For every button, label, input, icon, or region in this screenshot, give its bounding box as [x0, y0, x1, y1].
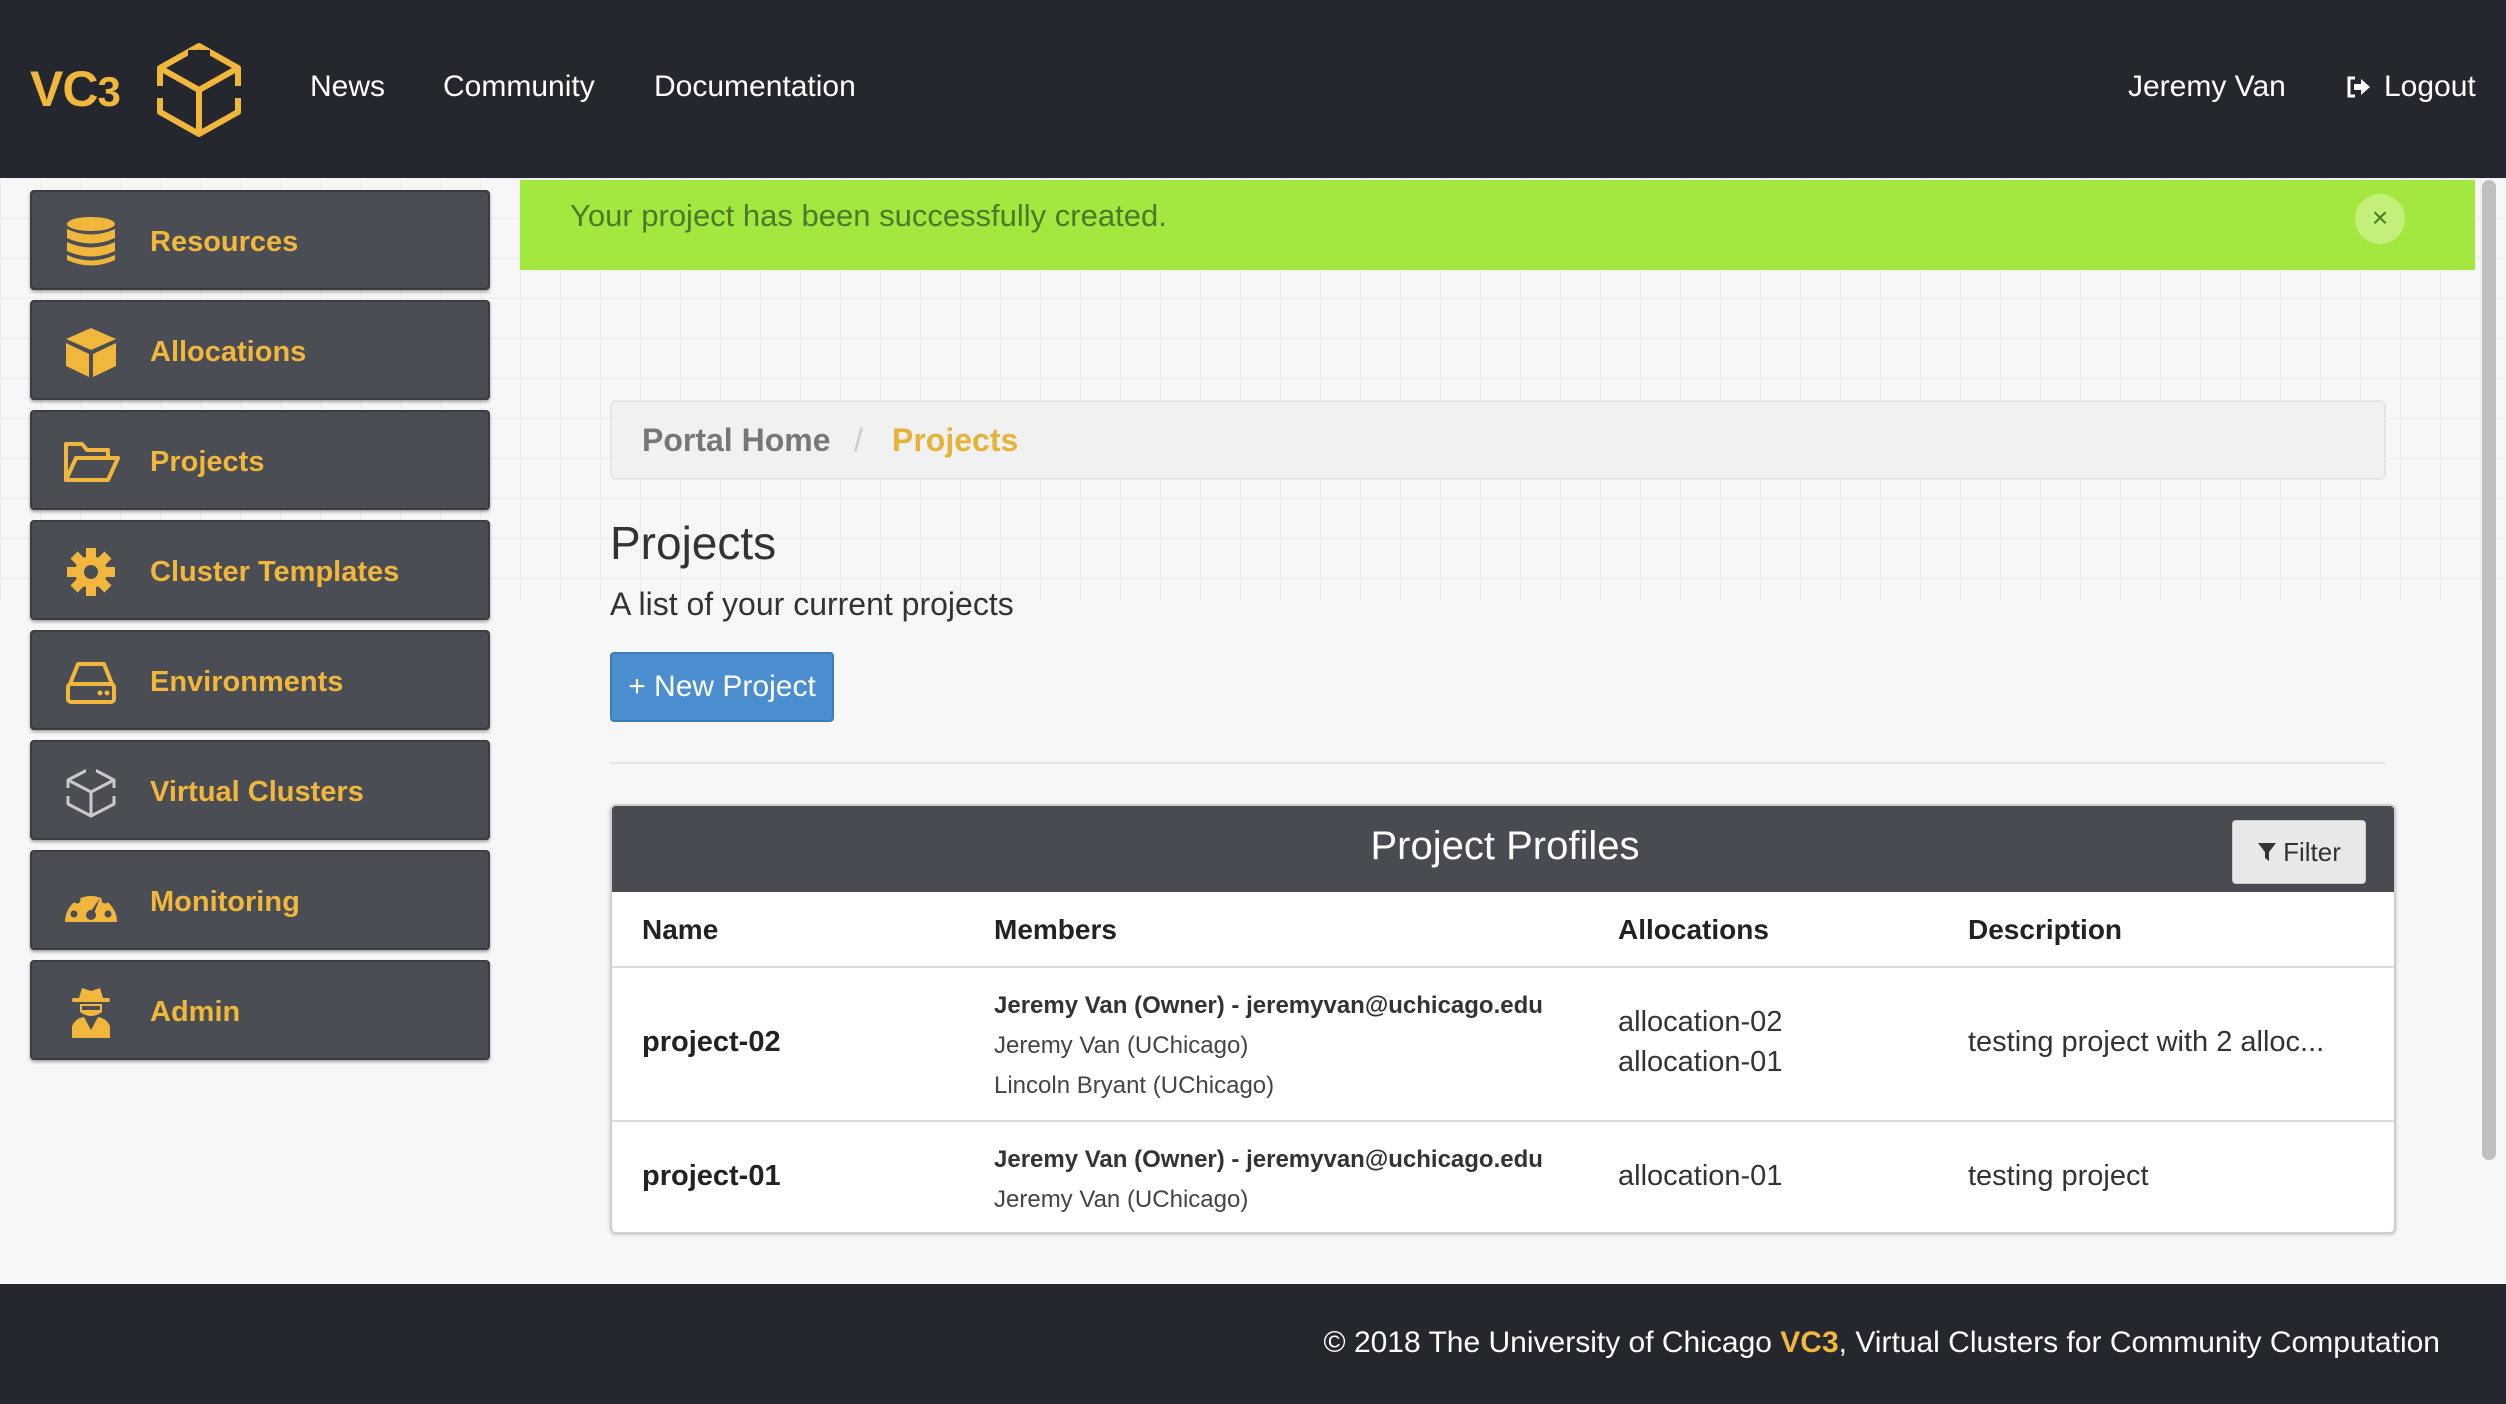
- gear-icon: [67, 548, 115, 596]
- project-description: testing project with 2 alloc...: [1968, 1026, 2325, 1058]
- project-description: testing project: [1968, 1160, 2149, 1192]
- sidebar-item-resources[interactable]: Resources: [30, 190, 490, 290]
- success-alert: Your project has been successfully creat…: [520, 180, 2475, 270]
- breadcrumb-portal-home[interactable]: Portal Home: [642, 422, 830, 459]
- sidebar-item-projects[interactable]: Projects: [30, 410, 490, 510]
- hard-drive-icon: [66, 662, 116, 704]
- sidebar-label-virtual-clusters: Virtual Clusters: [150, 776, 364, 808]
- filter-button[interactable]: Filter: [2232, 820, 2366, 884]
- sidebar-label-allocations: Allocations: [150, 336, 307, 368]
- footer: © 2018 The University of Chicago VC3, Vi…: [0, 1284, 2506, 1404]
- footer-prefix: © 2018 The University of Chicago: [1323, 1326, 1781, 1359]
- member: Jeremy Van (UChicago): [994, 1186, 1249, 1213]
- page-scrollbar[interactable]: [2480, 180, 2500, 1284]
- row-divider: [612, 1120, 2394, 1122]
- vc3-logo-icon: [64, 766, 118, 818]
- top-navbar: VC3 News Community Documentation Jeremy …: [0, 0, 2506, 178]
- new-project-button[interactable]: + New Project: [610, 652, 834, 722]
- user-secret-icon: [72, 988, 110, 1038]
- allocation-item: allocation-01: [1618, 1160, 1783, 1192]
- sidebar-label-monitoring: Monitoring: [150, 886, 300, 918]
- user-name[interactable]: Jeremy Van: [2128, 70, 2286, 104]
- member: Jeremy Van (UChicago): [994, 1032, 1249, 1059]
- sidebar-label-resources: Resources: [150, 226, 299, 258]
- cube-icon: [66, 328, 116, 377]
- panel-header: Project Profiles Filter: [612, 806, 2394, 892]
- column-header-description[interactable]: Description: [1968, 914, 2122, 946]
- filter-icon: [2258, 843, 2277, 861]
- column-header-name[interactable]: Name: [642, 914, 718, 946]
- sidebar-label-projects: Projects: [150, 446, 265, 478]
- database-icon: [67, 217, 115, 266]
- allocation-item: allocation-01: [1618, 1046, 1783, 1078]
- sidebar-item-environments[interactable]: Environments: [30, 630, 490, 730]
- folder-open-icon: [64, 442, 120, 482]
- alert-close-button[interactable]: ×: [2355, 194, 2405, 244]
- sidebar-item-allocations[interactable]: Allocations: [30, 300, 490, 400]
- sidebar-label-cluster-templates: Cluster Templates: [150, 556, 400, 588]
- sidebar-item-admin[interactable]: Admin: [30, 960, 490, 1060]
- header-divider: [612, 966, 2394, 968]
- nav-news[interactable]: News: [310, 70, 385, 104]
- nav-community[interactable]: Community: [443, 70, 595, 104]
- divider: [610, 762, 2386, 764]
- sidebar-item-monitoring[interactable]: Monitoring: [30, 850, 490, 950]
- brand-logo-text[interactable]: VC3: [30, 60, 121, 118]
- footer-copyright: © 2018 The University of Chicago VC3, Vi…: [1324, 1326, 2441, 1360]
- column-header-allocations[interactable]: Allocations: [1618, 914, 1769, 946]
- breadcrumb-separator: /: [854, 422, 863, 458]
- panel-title: Project Profiles: [1370, 824, 1640, 868]
- member: Lincoln Bryant (UChicago): [994, 1072, 1275, 1099]
- breadcrumb: Portal Home / Projects: [610, 400, 2386, 480]
- sign-out-icon: [2347, 76, 2370, 98]
- sidebar-label-admin: Admin: [150, 996, 241, 1028]
- project-name-link[interactable]: project-01: [642, 1160, 781, 1193]
- project-name-link[interactable]: project-02: [642, 1026, 781, 1059]
- logout-link[interactable]: Logout: [2344, 70, 2476, 104]
- dashboard-icon: [65, 888, 117, 922]
- allocation-item: allocation-02: [1618, 1006, 1783, 1038]
- scrollbar-thumb[interactable]: [2482, 180, 2496, 1160]
- nav-documentation[interactable]: Documentation: [654, 70, 856, 104]
- page-subtitle: A list of your current projects: [610, 586, 1014, 622]
- breadcrumb-current: Projects: [892, 422, 1019, 458]
- alert-message: Your project has been successfully creat…: [570, 198, 1167, 233]
- sidebar-label-environments: Environments: [150, 666, 344, 698]
- column-header-members[interactable]: Members: [994, 914, 1117, 946]
- sidebar-item-cluster-templates[interactable]: Cluster Templates: [30, 520, 490, 620]
- member-owner: Jeremy Van (Owner) - jeremyvan@uchicago.…: [994, 1146, 1543, 1173]
- footer-brand[interactable]: VC3: [1780, 1326, 1838, 1359]
- footer-suffix: , Virtual Clusters for Community Computa…: [1838, 1326, 2440, 1359]
- filter-label: Filter: [2283, 836, 2341, 867]
- vc3-cube-logo-icon[interactable]: [154, 42, 244, 138]
- brand-subscript: 3: [97, 68, 120, 115]
- logout-label: Logout: [2384, 70, 2476, 103]
- sidebar-item-virtual-clusters[interactable]: Virtual Clusters: [30, 740, 490, 840]
- member-owner: Jeremy Van (Owner) - jeremyvan@uchicago.…: [994, 992, 1543, 1019]
- brand-name: VC: [30, 61, 98, 117]
- project-profiles-panel: Project Profiles Filter Name Members All…: [610, 804, 2396, 1234]
- page-title: Projects: [610, 517, 777, 569]
